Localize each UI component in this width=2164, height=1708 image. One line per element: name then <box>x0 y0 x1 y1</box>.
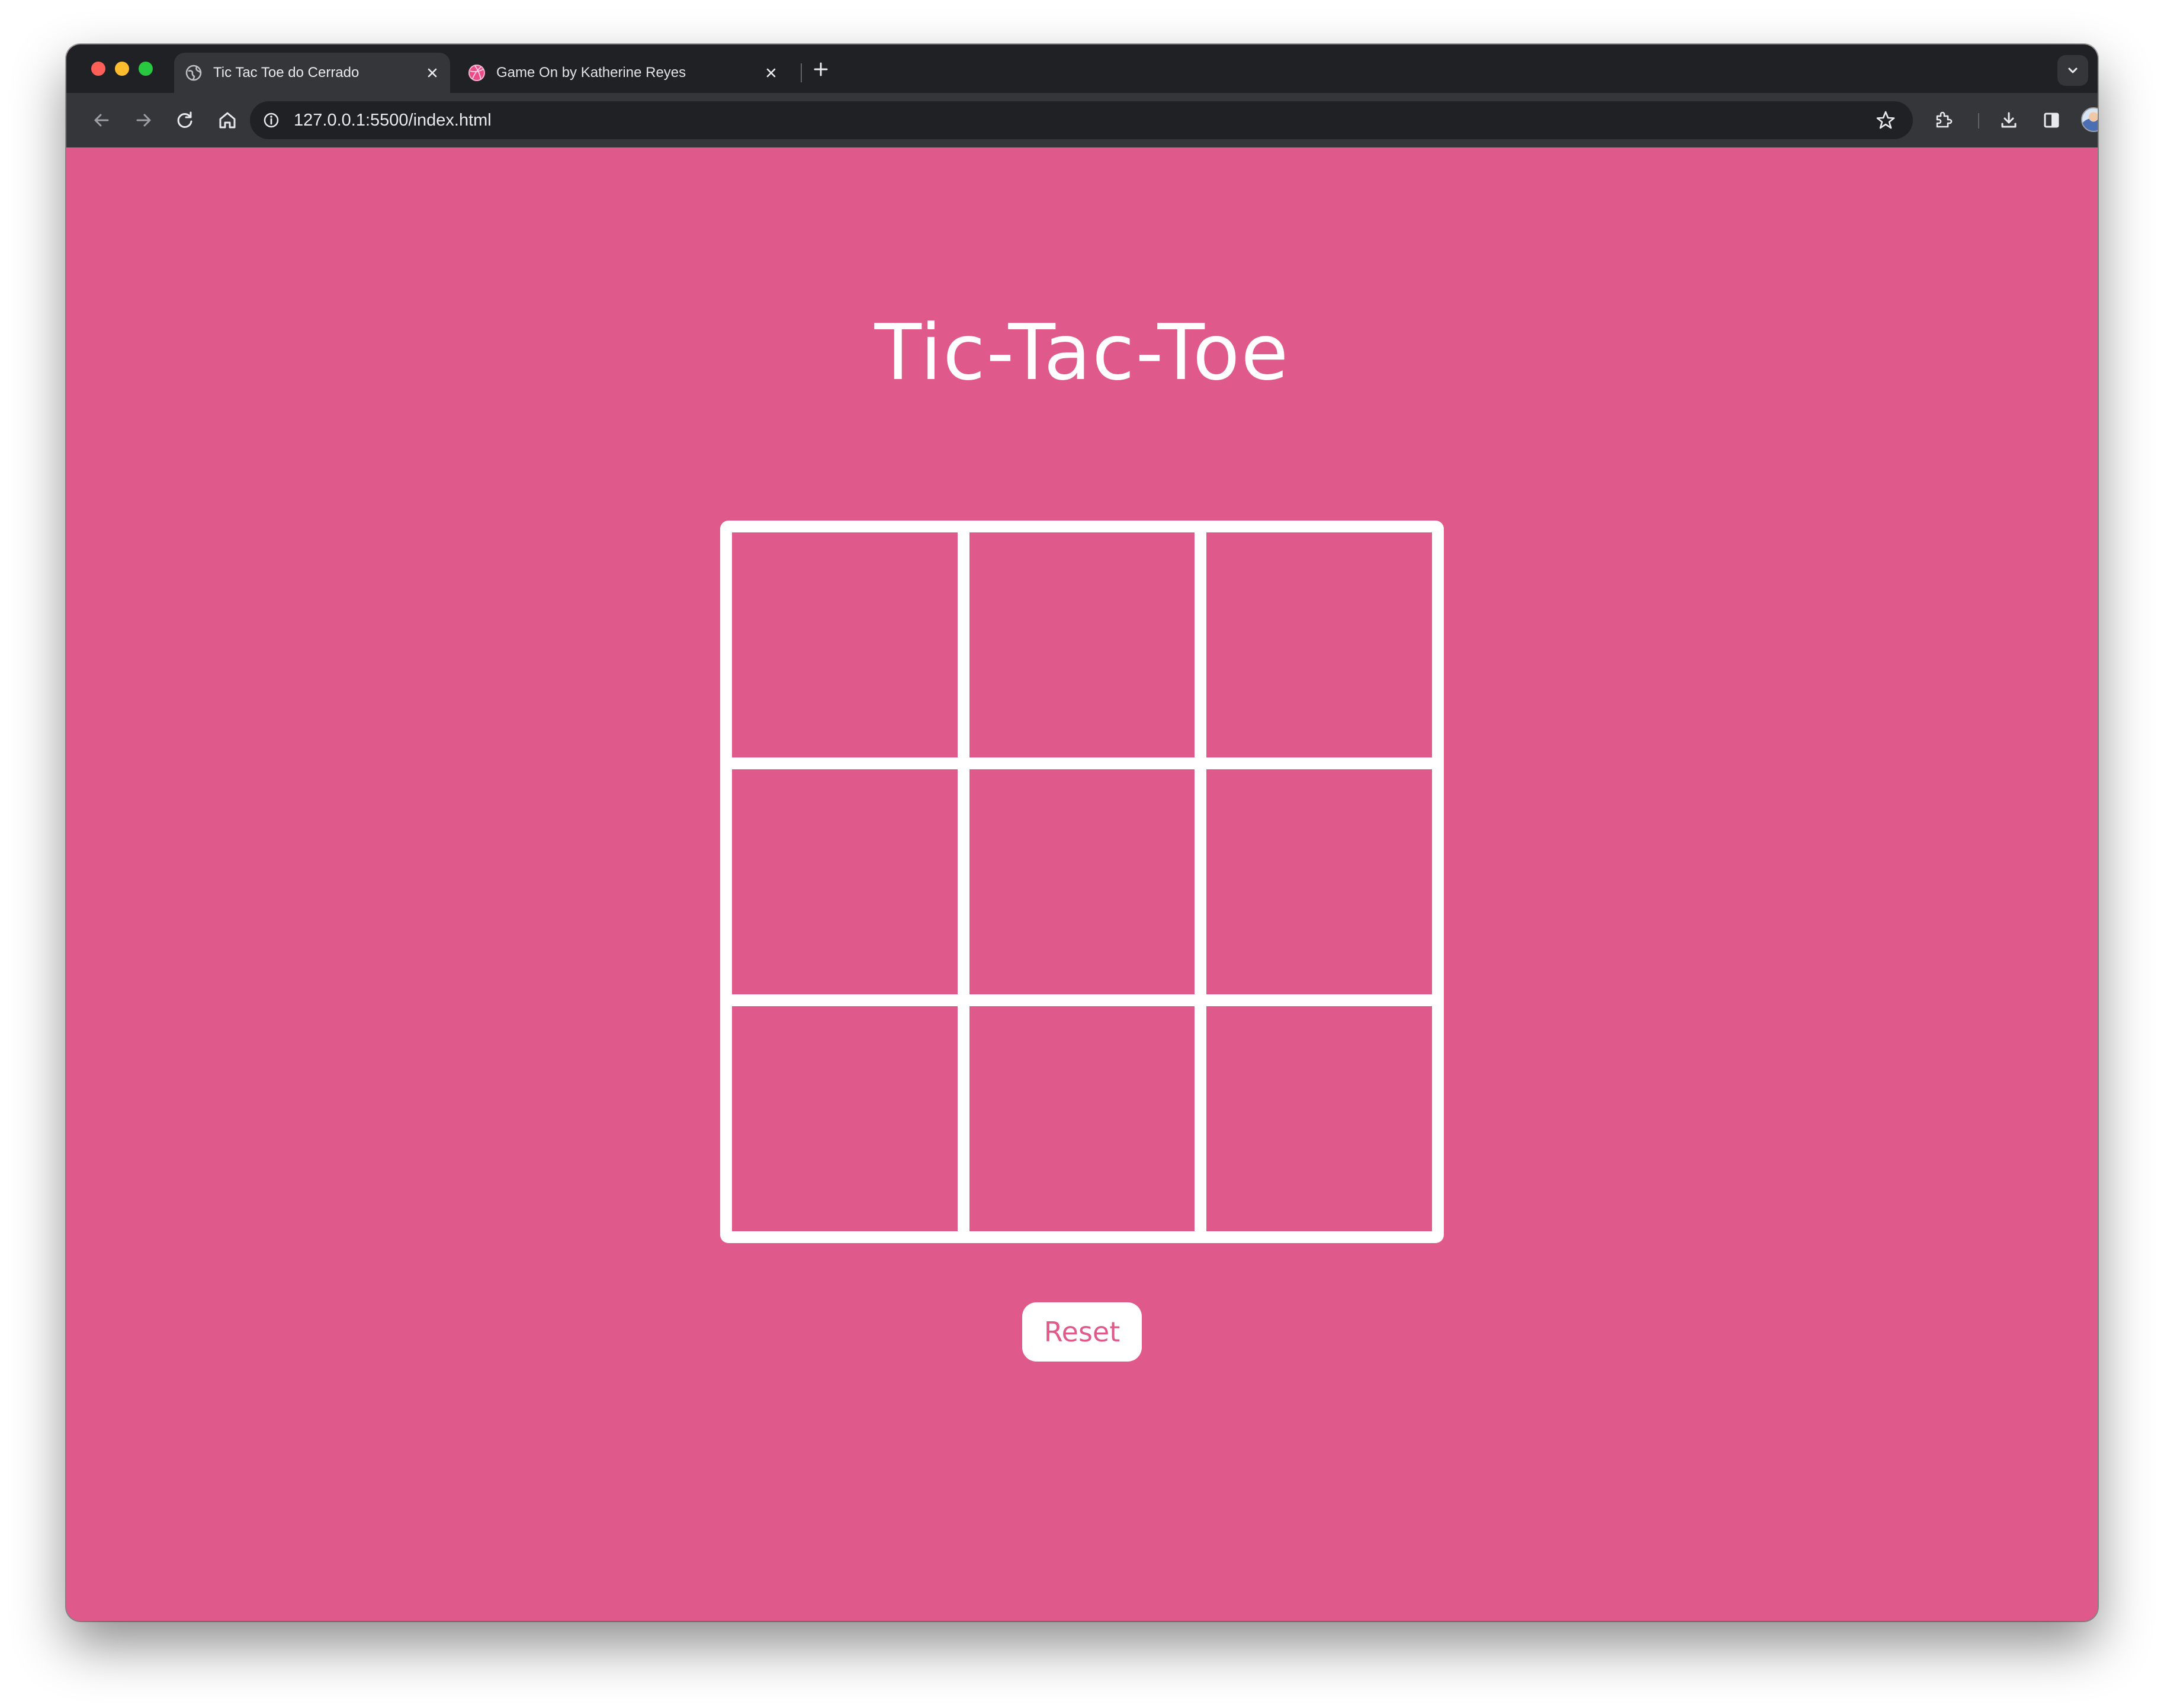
browser-window: Tic Tac Toe do Cerrado Game On by Kather… <box>66 44 2098 1621</box>
board-cell-7[interactable] <box>732 1006 958 1231</box>
board-cell-9[interactable] <box>1206 1006 1432 1231</box>
tab-tic-tac-toe[interactable]: Tic Tac Toe do Cerrado <box>174 53 450 93</box>
tab-title: Game On by Katherine Reyes <box>496 65 686 81</box>
board-cell-3[interactable] <box>1206 532 1432 757</box>
board-cell-4[interactable] <box>732 769 958 994</box>
tab-divider <box>801 63 802 82</box>
toolbar-divider <box>1978 113 1979 129</box>
board-cell-6[interactable] <box>1206 769 1432 994</box>
tab-title: Tic Tac Toe do Cerrado <box>213 65 359 81</box>
download-icon[interactable] <box>1997 108 2021 132</box>
forward-arrow-icon[interactable] <box>131 108 155 132</box>
tab-game-on[interactable]: Game On by Katherine Reyes <box>457 53 789 93</box>
address-bar[interactable]: 127.0.0.1:5500/index.html <box>250 101 1913 139</box>
board-cell-5[interactable] <box>969 769 1195 994</box>
tab-strip: Tic Tac Toe do Cerrado Game On by Kather… <box>66 44 2098 93</box>
page-content: Tic-Tac-Toe Reset <box>66 147 2098 1621</box>
board-cell-8[interactable] <box>969 1006 1195 1231</box>
board-cell-1[interactable] <box>732 532 958 757</box>
minimize-window-button[interactable] <box>115 62 129 76</box>
reset-button[interactable]: Reset <box>1022 1302 1142 1362</box>
close-tab-icon[interactable] <box>424 65 441 81</box>
home-icon[interactable] <box>216 108 239 132</box>
new-tab-icon[interactable] <box>811 60 830 79</box>
close-tab-icon[interactable] <box>763 65 779 81</box>
board-cell-2[interactable] <box>969 532 1195 757</box>
chevron-down-icon <box>2068 68 2078 73</box>
game-title: Tic-Tac-Toe <box>874 307 1290 397</box>
tab-search-button[interactable] <box>2057 55 2088 86</box>
game-board <box>720 521 1444 1243</box>
site-info-icon[interactable] <box>262 111 281 130</box>
close-window-button[interactable] <box>91 62 105 76</box>
bookmark-star-icon[interactable] <box>1875 110 1896 131</box>
reload-icon[interactable] <box>173 108 197 132</box>
dribbble-icon <box>468 65 485 81</box>
maximize-window-button[interactable] <box>139 62 153 76</box>
extensions-icon[interactable] <box>1932 108 1956 132</box>
globe-icon <box>185 65 202 81</box>
side-panel-icon[interactable] <box>2040 108 2063 132</box>
browser-toolbar: 127.0.0.1:5500/index.html <box>66 93 2098 147</box>
profile-avatar[interactable] <box>2081 107 2098 132</box>
url-text: 127.0.0.1:5500/index.html <box>294 111 492 130</box>
back-arrow-icon[interactable] <box>90 108 114 132</box>
